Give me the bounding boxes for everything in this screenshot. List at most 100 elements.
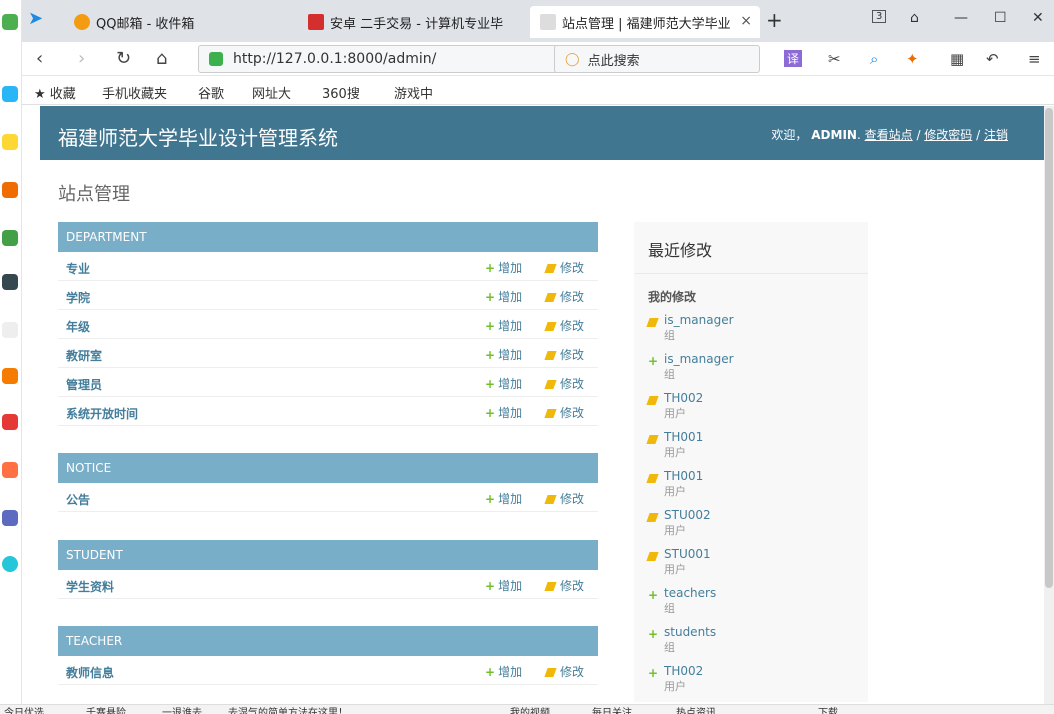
add-link[interactable]: + 增加 (485, 375, 522, 392)
change-link[interactable]: 修改 (544, 404, 584, 421)
add-link[interactable]: + 增加 (485, 663, 522, 680)
tab-qq-mail[interactable]: QQ邮箱 - 收件箱 (64, 6, 294, 38)
app-icon[interactable] (2, 322, 18, 338)
change-link[interactable]: 修改 (544, 490, 584, 507)
scissors-icon[interactable]: ✂ (828, 50, 841, 68)
add-link[interactable]: + 增加 (485, 490, 522, 507)
status-item[interactable]: 去湿气的简单方法在这里！ (228, 705, 348, 714)
home-icon[interactable]: ⌂ (156, 48, 167, 69)
model-link[interactable]: 公告 (66, 491, 90, 508)
recent-object-link[interactable]: TH002 (664, 391, 868, 405)
grid-icon[interactable]: ▦ (950, 50, 964, 68)
change-link[interactable]: 修改 (544, 317, 584, 334)
menu-icon[interactable]: ≡ (1028, 50, 1041, 68)
change-link[interactable]: 修改 (544, 577, 584, 594)
add-link[interactable]: + 增加 (485, 259, 522, 276)
change-link[interactable]: 修改 (544, 375, 584, 392)
maximize-icon[interactable]: ☐ (994, 10, 1007, 26)
module-caption[interactable]: TEACHER (58, 626, 598, 656)
app-icon[interactable] (2, 414, 18, 430)
app-icon[interactable] (2, 556, 18, 572)
forward-icon[interactable]: › (78, 48, 85, 69)
add-link[interactable]: + 增加 (485, 404, 522, 421)
reload-icon[interactable]: ↻ (116, 48, 131, 69)
bookmark-item[interactable]: 360搜 (322, 83, 360, 102)
model-link[interactable]: 系统开放时间 (66, 405, 138, 422)
app-icon[interactable] (2, 182, 18, 198)
app-icon[interactable] (2, 86, 18, 102)
status-item[interactable]: 每日关注 (592, 705, 632, 714)
change-link[interactable]: 修改 (544, 288, 584, 305)
model-link[interactable]: 管理员 (66, 376, 102, 393)
view-site-link[interactable]: 查看站点 (865, 128, 913, 142)
module-caption[interactable]: DEPARTMENT (58, 222, 598, 252)
status-item[interactable]: 下载 (818, 705, 838, 714)
model-link[interactable]: 教研室 (66, 347, 102, 364)
app-icon[interactable] (2, 14, 18, 30)
search-box[interactable]: ◯ 点此搜索 (554, 45, 760, 73)
app-icon[interactable] (2, 274, 18, 290)
gamepad-icon[interactable]: ✦ (906, 50, 919, 68)
module-caption[interactable]: STUDENT (58, 540, 598, 570)
recent-object-link[interactable]: is_manager (664, 313, 868, 327)
recent-object-link[interactable]: is_manager (664, 352, 868, 366)
add-link[interactable]: + 增加 (485, 577, 522, 594)
recent-object-link[interactable]: students (664, 625, 868, 639)
bookmark-item[interactable]: 游戏中 (394, 83, 433, 102)
shirt-icon[interactable]: ⌂ (910, 10, 919, 26)
change-link[interactable]: 修改 (544, 663, 584, 680)
status-item[interactable]: 千寨悬险 (86, 705, 126, 714)
address-bar[interactable]: http://127.0.0.1:8000/admin/ (198, 45, 560, 73)
magnifier-icon[interactable]: ⌕ (870, 50, 878, 68)
tab-second-hand[interactable]: 安卓 二手交易 - 计算机专业毕 (298, 6, 528, 38)
recent-object-link[interactable]: STU001 (664, 547, 868, 561)
bookmark-item[interactable]: 谷歌 (198, 83, 224, 102)
change-link[interactable]: 修改 (544, 259, 584, 276)
model-link[interactable]: 年级 (66, 318, 90, 335)
add-link[interactable]: + 增加 (485, 346, 522, 363)
scrollbar-thumb[interactable] (1045, 108, 1053, 588)
site-name[interactable]: 福建师范大学毕业设计管理系统 (58, 122, 338, 151)
status-item[interactable]: 一退谁去 (162, 705, 202, 714)
model-row: 教师信息 + 增加 修改 (58, 656, 598, 685)
close-icon[interactable]: × (740, 13, 752, 29)
status-item[interactable]: 我的视频 (510, 705, 550, 714)
translate-icon[interactable]: 译 (784, 50, 803, 67)
bookmark-item[interactable]: ★ 收藏 (34, 83, 76, 102)
bookmark-item[interactable]: 网址大 (252, 83, 291, 102)
change-password-link[interactable]: 修改密码 (924, 128, 972, 142)
recent-object-link[interactable]: TH001 (664, 469, 868, 483)
recent-object-link[interactable]: TH001 (664, 430, 868, 444)
app-icon[interactable] (2, 134, 18, 150)
new-tab-icon[interactable]: + (766, 8, 783, 32)
app-icon[interactable] (2, 230, 18, 246)
model-link[interactable]: 教师信息 (66, 664, 114, 681)
app-icon[interactable] (2, 368, 18, 384)
add-icon: + (485, 261, 496, 275)
module-caption[interactable]: NOTICE (58, 453, 598, 483)
tab-admin[interactable]: 站点管理 | 福建师范大学毕业 × (530, 6, 760, 38)
bookmark-item[interactable]: 手机收藏夹 (102, 83, 167, 102)
app-icon[interactable] (2, 462, 18, 478)
status-item[interactable]: 热点资讯 (676, 705, 716, 714)
recent-object-link[interactable]: STU002 (664, 508, 868, 522)
add-link[interactable]: + 增加 (485, 288, 522, 305)
app-icon[interactable] (2, 510, 18, 526)
model-link[interactable]: 专业 (66, 260, 90, 277)
recent-object-link[interactable]: teachers (664, 586, 868, 600)
logout-link[interactable]: 注销 (984, 128, 1008, 142)
recent-object-link[interactable]: TH002 (664, 664, 868, 678)
minimize-icon[interactable]: — (954, 10, 968, 26)
tab-count-badge[interactable]: 3 (872, 10, 887, 23)
vertical-scrollbar[interactable] (1044, 106, 1054, 704)
model-link[interactable]: 学院 (66, 289, 90, 306)
status-item[interactable]: 今日优选 (4, 705, 44, 714)
change-link[interactable]: 修改 (544, 346, 584, 363)
add-link[interactable]: + 增加 (485, 317, 522, 334)
browser-logo-icon[interactable]: ➤ (28, 8, 43, 29)
undo-icon[interactable]: ↶ (986, 50, 999, 68)
close-window-icon[interactable]: ✕ (1032, 10, 1044, 26)
back-icon[interactable]: ‹ (36, 48, 43, 69)
app-module: TEACHER 教师信息 + 增加 修改 (58, 626, 598, 685)
model-link[interactable]: 学生资料 (66, 578, 114, 595)
